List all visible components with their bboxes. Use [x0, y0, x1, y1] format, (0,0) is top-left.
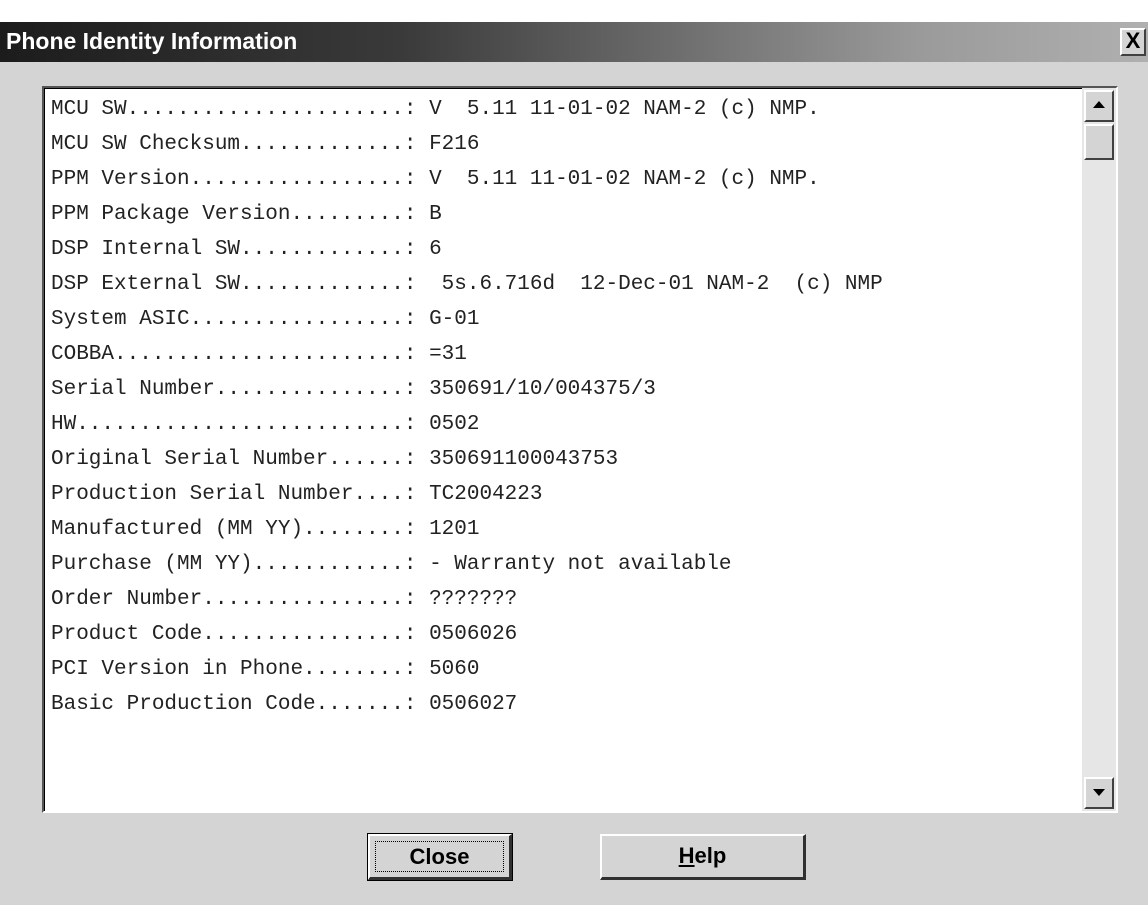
close-button-label: Close — [409, 844, 470, 869]
title-bar: Phone Identity Information X — [0, 22, 1148, 62]
info-value: 5s.6.716d 12-Dec-01 NAM-2 (c) NMP — [429, 273, 883, 296]
info-line: Product Code................: 0506026 — [51, 620, 1085, 650]
info-label: Product Code................: — [51, 623, 430, 646]
info-label: DSP External SW.............: — [51, 273, 430, 296]
info-value: B — [429, 203, 442, 226]
info-line: System ASIC.................: G-01 — [51, 305, 1085, 335]
info-value: 0506026 — [429, 623, 518, 646]
info-line: PPM Package Version.........: B — [51, 200, 1085, 230]
info-line: MCU SW Checksum.............: F216 — [51, 130, 1085, 160]
info-line: Basic Production Code.......: 0506027 — [51, 690, 1085, 720]
info-line: DSP Internal SW.............: 6 — [51, 235, 1085, 265]
help-mnemonic: H — [678, 843, 695, 868]
info-value: 5060 — [429, 658, 480, 681]
scroll-up-button[interactable] — [1084, 90, 1114, 122]
info-line: Original Serial Number......: 3506911000… — [51, 445, 1085, 475]
info-value: - Warranty not available — [429, 553, 732, 576]
close-window-button[interactable]: X — [1120, 28, 1146, 56]
info-label: DSP Internal SW.............: — [51, 238, 430, 261]
info-lines-container: MCU SW......................: V 5.11 11-… — [44, 88, 1085, 811]
info-line: MCU SW......................: V 5.11 11-… — [51, 95, 1085, 125]
info-value: 6 — [429, 238, 442, 261]
info-line: PPM Version.................: V 5.11 11-… — [51, 165, 1085, 195]
info-label: Original Serial Number......: — [51, 448, 430, 471]
info-line: Production Serial Number....: TC2004223 — [51, 480, 1085, 510]
info-value: F216 — [429, 133, 480, 156]
scrollbar-thumb[interactable] — [1084, 124, 1114, 160]
info-value: 350691100043753 — [429, 448, 619, 471]
info-line: HW..........................: 0502 — [51, 410, 1085, 440]
info-label: COBBA.......................: — [51, 343, 430, 366]
arrow-up-icon — [1093, 101, 1105, 108]
info-value: TC2004223 — [429, 483, 543, 506]
info-label: MCU SW Checksum.............: — [51, 133, 430, 156]
phone-identity-dialog: Phone Identity Information X MCU SW.....… — [0, 0, 1148, 905]
help-button-label: elp — [694, 843, 727, 868]
info-value: V 5.11 11-01-02 NAM-2 (c) NMP. — [429, 168, 820, 191]
info-value: 0506027 — [429, 693, 518, 716]
info-label: Production Serial Number....: — [51, 483, 430, 506]
scroll-down-button[interactable] — [1084, 777, 1114, 809]
window-title: Phone Identity Information — [6, 28, 298, 54]
focus-rectangle: Close — [375, 841, 504, 872]
info-label: MCU SW......................: — [51, 98, 430, 121]
close-button[interactable]: Close — [367, 833, 513, 881]
info-label: System ASIC.................: — [51, 308, 430, 331]
info-label: PCI Version in Phone........: — [51, 658, 430, 681]
info-label: Order Number................: — [51, 588, 430, 611]
info-value: V 5.11 11-01-02 NAM-2 (c) NMP. — [429, 98, 820, 121]
info-label: HW..........................: — [51, 413, 430, 436]
info-value: 1201 — [429, 518, 480, 541]
info-line: Manufactured (MM YY)........: 1201 — [51, 515, 1085, 545]
info-value: 350691/10/004375/3 — [429, 378, 656, 401]
info-line: Serial Number...............: 350691/10/… — [51, 375, 1085, 405]
top-margin — [0, 0, 1148, 22]
info-value: 0502 — [429, 413, 480, 436]
info-label: Serial Number...............: — [51, 378, 430, 401]
info-line: Order Number................: ??????? — [51, 585, 1085, 615]
info-label: Manufactured (MM YY)........: — [51, 518, 430, 541]
info-value: ??????? — [429, 588, 518, 611]
info-label: PPM Version.................: — [51, 168, 430, 191]
info-label: Purchase (MM YY)............: — [51, 553, 430, 576]
info-line: COBBA.......................: =31 — [51, 340, 1085, 370]
info-text-area[interactable]: MCU SW......................: V 5.11 11-… — [42, 86, 1118, 813]
arrow-down-icon — [1093, 789, 1105, 796]
close-icon: X — [1125, 28, 1141, 53]
info-line: PCI Version in Phone........: 5060 — [51, 655, 1085, 685]
info-label: Basic Production Code.......: — [51, 693, 430, 716]
info-line: Purchase (MM YY)............: - Warranty… — [51, 550, 1085, 580]
help-button[interactable]: Help — [600, 834, 806, 880]
info-value: =31 — [429, 343, 467, 366]
info-line: DSP External SW.............: 5s.6.716d … — [51, 270, 1085, 300]
vertical-scrollbar[interactable] — [1082, 88, 1116, 811]
info-value: G-01 — [429, 308, 480, 331]
info-label: PPM Package Version.........: — [51, 203, 430, 226]
